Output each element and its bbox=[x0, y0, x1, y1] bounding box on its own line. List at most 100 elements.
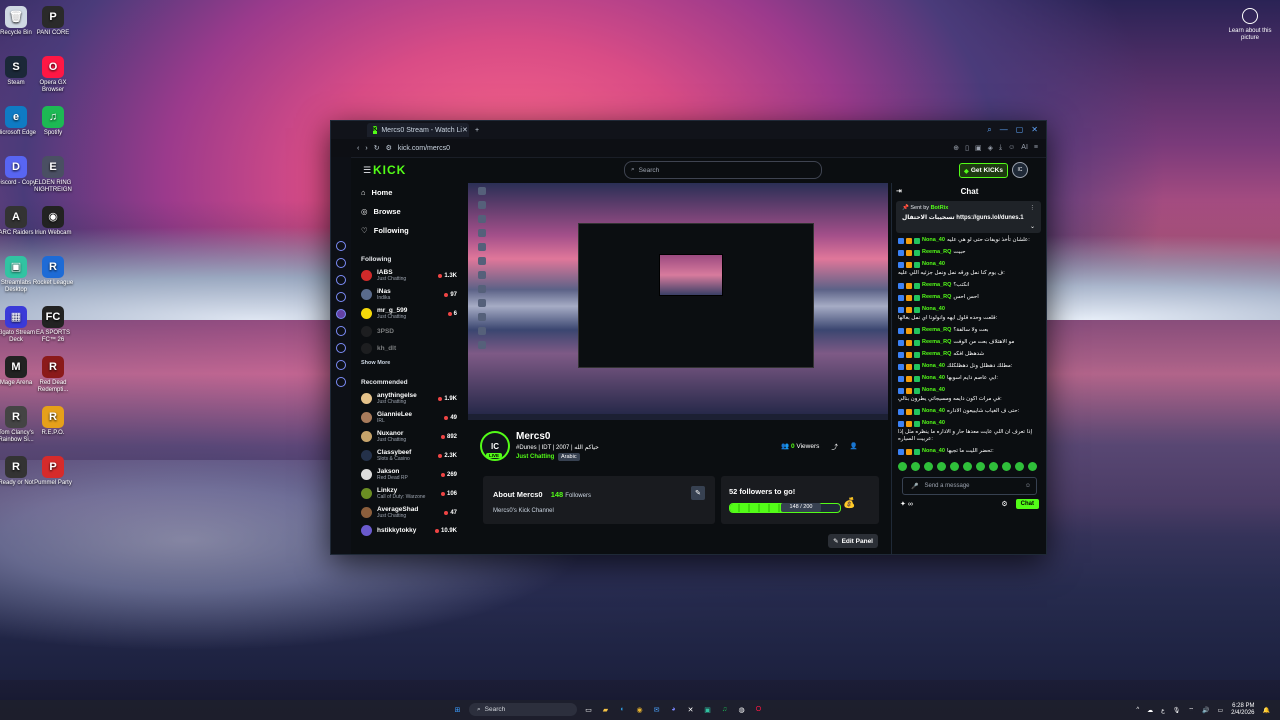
channel-row[interactable]: IABS Just Chatting 1.3K bbox=[351, 266, 467, 285]
chat-message[interactable]: Nona_40 مطلك دهظلل ونل دهظلكلك: bbox=[898, 363, 1041, 370]
desktop-icon[interactable]: R Rocket League bbox=[30, 256, 76, 287]
desktop-icon[interactable]: O Opera GX Browser bbox=[30, 56, 76, 94]
emoji-icon[interactable]: ☺ bbox=[1025, 483, 1031, 489]
channel-row[interactable]: kh_dlt bbox=[351, 340, 467, 357]
discord-icon[interactable]: ◕ bbox=[668, 704, 679, 715]
chat-username[interactable]: Nona_40 bbox=[922, 306, 945, 313]
nav-following[interactable]: ♡ Following bbox=[351, 221, 467, 240]
streamlabs-icon[interactable]: ▣ bbox=[702, 704, 713, 715]
close-window-icon[interactable]: ✕ bbox=[1031, 125, 1038, 135]
task-view-icon[interactable]: ▭ bbox=[583, 704, 594, 715]
chat-message[interactable]: Nona_40 ابي عاصم دايم اسوبها: bbox=[898, 375, 1041, 382]
chat-username[interactable]: Nona_40 bbox=[922, 408, 945, 415]
emote-icon[interactable] bbox=[1028, 462, 1037, 471]
sidebar-app-icon[interactable] bbox=[336, 258, 346, 268]
volume-icon[interactable]: 🔊 bbox=[1202, 707, 1209, 714]
chat-message[interactable]: Reema_RQ حبيت bbox=[898, 249, 1041, 256]
video-player[interactable] bbox=[468, 183, 888, 420]
edge-icon[interactable]: ◐ bbox=[617, 704, 628, 715]
channel-row[interactable]: Nuxanor Just Chatting 892 bbox=[351, 427, 467, 446]
desktop-icon[interactable]: R R.E.P.O. bbox=[30, 406, 76, 437]
channel-row[interactable]: hstikkytokky 10.9K bbox=[351, 522, 467, 539]
points-icon[interactable]: ✦ bbox=[900, 500, 906, 508]
chat-username[interactable]: Nona_40 bbox=[922, 261, 945, 268]
kick-logo[interactable]: KICK bbox=[373, 163, 406, 177]
chat-message[interactable]: Nona_40 إذا تعرف ان اللي عايت معدها حار و… bbox=[898, 420, 1041, 443]
sidebar-app-icon[interactable] bbox=[336, 377, 346, 387]
close-tab-icon[interactable]: ✕ bbox=[462, 126, 468, 134]
chat-settings-icon[interactable]: ⚙ bbox=[1001, 500, 1007, 508]
collapse-chat-icon[interactable]: ⇥ bbox=[896, 187, 902, 195]
url-field[interactable]: kick.com/mercs0 bbox=[398, 145, 450, 152]
edit-about-button[interactable]: ✎ bbox=[691, 486, 705, 500]
chat-username[interactable]: Nona_40 bbox=[922, 387, 945, 394]
channel-row[interactable]: mr_g_599 Just Chatting 6 bbox=[351, 304, 467, 323]
channel-row[interactable]: Classybeef Slots & Casino 2.3K bbox=[351, 446, 467, 465]
emote-icon[interactable] bbox=[1015, 462, 1024, 471]
emote-icon[interactable] bbox=[976, 462, 985, 471]
chat-username[interactable]: Reema_RQ bbox=[922, 294, 951, 301]
channel-name[interactable]: Mercs0 bbox=[516, 431, 550, 442]
battery-icon[interactable]: ▭ bbox=[1217, 707, 1223, 714]
maximize-icon[interactable]: ▢ bbox=[1016, 125, 1024, 135]
menu-icon[interactable]: ≡ bbox=[1034, 144, 1038, 152]
chat-message[interactable]: Reema_RQ انكتب؟ bbox=[898, 282, 1041, 289]
chat-username[interactable]: Reema_RQ bbox=[922, 249, 951, 256]
chat-username[interactable]: Nona_40 bbox=[922, 375, 945, 382]
show-more-link[interactable]: Show More bbox=[351, 357, 467, 369]
spotify-icon[interactable]: ♫ bbox=[719, 704, 730, 715]
send-chat-button[interactable]: Chat bbox=[1015, 499, 1039, 509]
site-info-icon[interactable]: ⚙ bbox=[386, 144, 392, 152]
mail-icon[interactable]: ✉ bbox=[651, 704, 662, 715]
stream-category[interactable]: Just Chatting bbox=[516, 454, 554, 460]
emote-icon[interactable] bbox=[898, 462, 907, 471]
desktop-icon[interactable]: E ELDEN RING NIGHTREIGN bbox=[30, 156, 76, 194]
sidebar-app-icon[interactable] bbox=[336, 241, 346, 251]
taskbar-search[interactable]: ⌕ Search bbox=[469, 703, 577, 716]
emote-icon[interactable] bbox=[911, 462, 920, 471]
desktop-icon[interactable]: P PANI CORE bbox=[30, 6, 76, 37]
extensions-icon[interactable]: ◈ bbox=[988, 144, 993, 152]
learn-about-picture[interactable]: Learn about this picture bbox=[1228, 8, 1272, 42]
expand-chevron-icon[interactable]: ⌄ bbox=[1030, 223, 1035, 230]
chat-message[interactable]: Nona_40 في مرات اكون دايمه ومسيجاتي يطرون… bbox=[898, 387, 1041, 403]
windows-start-icon[interactable]: ⊞ bbox=[452, 704, 463, 715]
channel-row[interactable]: GiannieLee IRL 49 bbox=[351, 408, 467, 427]
search-input[interactable]: ⌕ Search bbox=[624, 161, 822, 179]
mic-icon[interactable]: 🎤 bbox=[911, 483, 918, 490]
channel-row[interactable]: 3PSD bbox=[351, 323, 467, 340]
bookmark-icon[interactable]: ▯ bbox=[965, 144, 969, 152]
search-tabs-icon[interactable]: ⌕ bbox=[987, 125, 991, 135]
desktop-icon[interactable]: R Red Dead Redempti... bbox=[30, 356, 76, 394]
get-kicks-button[interactable]: ◆ Get KICKs bbox=[958, 163, 1008, 178]
channel-row[interactable]: iNas Indika 97 bbox=[351, 285, 467, 304]
emote-icon[interactable] bbox=[1002, 462, 1011, 471]
chat-username[interactable]: Nona_40 bbox=[922, 237, 945, 244]
emote-icon[interactable] bbox=[989, 462, 998, 471]
emote-icon[interactable] bbox=[950, 462, 959, 471]
emote-icon[interactable] bbox=[924, 462, 933, 471]
emote-icon[interactable] bbox=[937, 462, 946, 471]
wifi-icon[interactable]: ⌔ bbox=[1188, 706, 1194, 714]
hamburger-icon[interactable]: ☰ bbox=[363, 165, 371, 176]
reload-icon[interactable]: ↻ bbox=[374, 144, 380, 152]
chat-message[interactable]: Nona_40 علشان تأخذ نويفات حتى لو هي عليه: bbox=[898, 237, 1041, 244]
chat-message[interactable]: Reema_RQ شدهظل افكه bbox=[898, 351, 1041, 358]
sidebar-app-icon[interactable] bbox=[336, 292, 346, 302]
snapshot-icon[interactable]: ▣ bbox=[975, 144, 982, 152]
channel-row[interactable]: AverageShad Just Chatting 47 bbox=[351, 503, 467, 522]
pinned-more-icon[interactable]: ⋮ bbox=[1030, 205, 1036, 211]
pinned-text[interactable]: تسحيبات الاحتفال https://guns.lol/dunes.… bbox=[902, 214, 1035, 221]
desktop-icon[interactable]: ♫ Spotify bbox=[30, 106, 76, 137]
minimize-icon[interactable]: — bbox=[1000, 125, 1008, 135]
sidebar-app-icon[interactable] bbox=[336, 343, 346, 353]
chrome-icon[interactable]: ◉ bbox=[634, 704, 645, 715]
steam-icon[interactable]: ◍ bbox=[736, 704, 747, 715]
channel-row[interactable]: Linkzy Call of Duty: Warzone 106 bbox=[351, 484, 467, 503]
chat-message[interactable]: Nona_40 تحضر الليت ما تجيها: bbox=[898, 448, 1041, 455]
file-explorer-icon[interactable]: ▰ bbox=[600, 704, 611, 715]
mic-tray-icon[interactable]: 🎙 bbox=[1173, 707, 1181, 714]
chat-message[interactable]: Reema_RQ بعت ولا سالفة؟ bbox=[898, 327, 1041, 334]
new-tab-icon[interactable]: + bbox=[475, 127, 479, 134]
desktop-icon[interactable]: FC EA SPORTS FC™ 26 bbox=[30, 306, 76, 344]
